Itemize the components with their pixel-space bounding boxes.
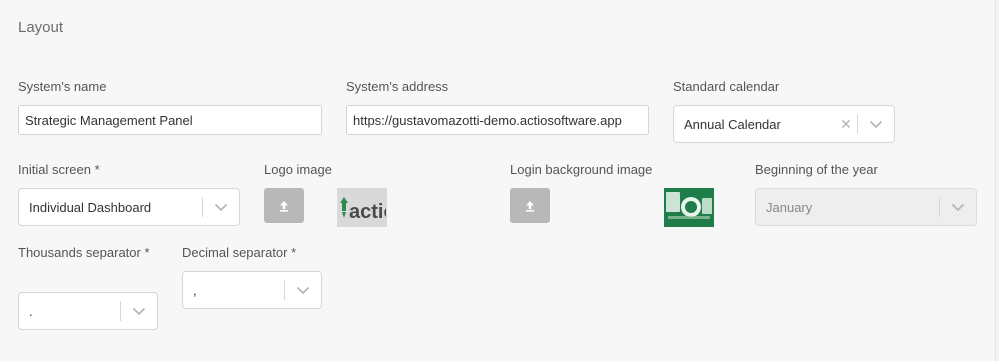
beginning-of-year-label: Beginning of the year (755, 162, 878, 177)
logo-thumbnail: actio (337, 188, 387, 227)
logo-upload-button[interactable] (264, 188, 304, 223)
layout-panel: Layout System's name Strategic Managemen… (0, 0, 996, 361)
decimal-separator-label: Decimal separator * (182, 245, 297, 260)
section-title: Layout (18, 19, 64, 36)
thousands-separator-label: Thousands separator * (18, 245, 150, 260)
standard-calendar-value: Annual Calendar (684, 116, 781, 132)
system-name-label: System's name (18, 79, 107, 94)
chevron-down-icon[interactable] (285, 286, 321, 295)
chevron-down-icon[interactable] (203, 203, 239, 212)
logo-text: actio (349, 201, 386, 223)
initial-screen-value: Individual Dashboard (29, 199, 152, 215)
initial-screen-select[interactable]: Individual Dashboard (18, 188, 240, 226)
decimal-separator-value: , (193, 282, 197, 298)
thousands-separator-value: . (29, 303, 33, 319)
system-address-input[interactable]: https://gustavomazotti-demo.actiosoftwar… (346, 105, 649, 135)
login-background-upload-button[interactable] (510, 188, 550, 223)
thousands-separator-select[interactable]: . (18, 292, 158, 330)
system-address-label: System's address (346, 79, 449, 94)
chevron-down-icon[interactable] (858, 120, 894, 129)
clear-icon[interactable]: ✕ (835, 116, 857, 133)
logo-image-label: Logo image (264, 162, 332, 177)
beginning-of-year-value: January (766, 199, 813, 215)
standard-calendar-label: Standard calendar (673, 79, 780, 94)
beginning-of-year-select: January (755, 188, 977, 226)
login-background-thumbnail (664, 188, 714, 227)
upload-icon (280, 200, 288, 212)
decimal-separator-select[interactable]: , (182, 271, 322, 309)
standard-calendar-select[interactable]: Annual Calendar ✕ (673, 105, 895, 143)
chevron-down-icon (940, 203, 976, 212)
login-background-label: Login background image (510, 162, 653, 177)
upload-icon (526, 200, 534, 212)
system-name-input[interactable]: Strategic Management Panel (18, 105, 322, 135)
initial-screen-label: Initial screen * (18, 162, 100, 177)
chevron-down-icon[interactable] (121, 307, 157, 316)
